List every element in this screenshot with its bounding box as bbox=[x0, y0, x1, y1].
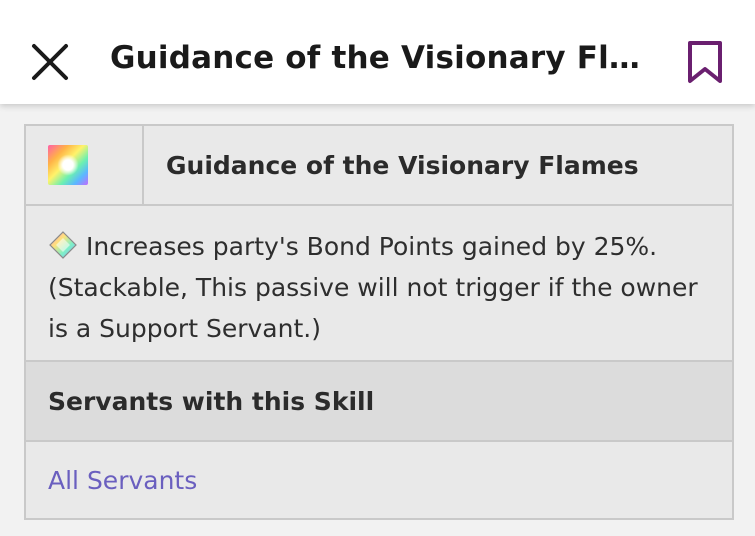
skill-name: Guidance of the Visionary Flames bbox=[166, 150, 639, 180]
bookmark-button[interactable] bbox=[684, 38, 726, 86]
skill-description-row: Increases party's Bond Points gained by … bbox=[26, 206, 732, 362]
app-header: Guidance of the Visionary Flame… bbox=[0, 0, 755, 104]
skill-title-row: Guidance of the Visionary Flames bbox=[26, 126, 732, 206]
close-button[interactable] bbox=[26, 38, 74, 86]
bookmark-icon bbox=[688, 41, 722, 83]
gem-icon bbox=[49, 231, 77, 259]
skill-description: Increases party's Bond Points gained by … bbox=[48, 232, 698, 343]
close-icon bbox=[32, 44, 68, 80]
page-title: Guidance of the Visionary Flame… bbox=[110, 40, 650, 76]
all-servants-link[interactable]: All Servants bbox=[26, 442, 732, 518]
skill-table: Guidance of the Visionary Flames Increas… bbox=[24, 124, 734, 520]
rainbow-skill-icon bbox=[48, 145, 88, 185]
servants-section-heading: Servants with this Skill bbox=[26, 362, 732, 442]
skill-icon-cell bbox=[26, 126, 144, 204]
